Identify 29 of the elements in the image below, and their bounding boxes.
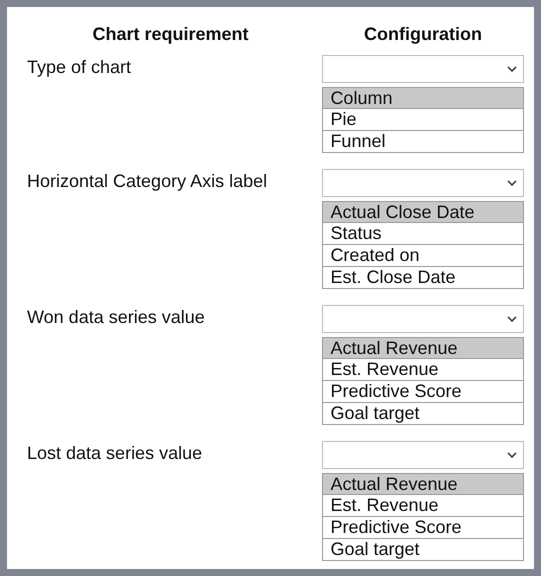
requirement-label: Won data series value <box>27 307 205 327</box>
dropdown-field[interactable] <box>322 305 524 333</box>
dropdown-option[interactable]: Actual Revenue <box>322 337 524 359</box>
dropdown-field[interactable] <box>322 169 524 197</box>
dropdown-option[interactable]: Actual Revenue <box>322 473 524 495</box>
dropdown-option[interactable]: Status <box>322 223 524 245</box>
requirement-label: Horizontal Category Axis label <box>27 171 268 191</box>
dropdown-option[interactable]: Predictive Score <box>322 381 524 403</box>
dropdown-option[interactable]: Goal target <box>322 539 524 561</box>
dropdown-option[interactable]: Est. Revenue <box>322 359 524 381</box>
column-header: Chart requirement <box>92 24 249 44</box>
chevron-down-icon <box>507 66 517 72</box>
dropdown-option[interactable]: Column <box>322 87 524 109</box>
dropdown-field[interactable] <box>322 441 524 469</box>
dropdown-option[interactable]: Predictive Score <box>322 517 524 539</box>
requirement-label: Type of chart <box>27 57 132 77</box>
dropdown-option[interactable]: Est. Close Date <box>322 267 524 289</box>
dropdown-option[interactable]: Est. Revenue <box>322 495 524 517</box>
dropdown-option[interactable]: Goal target <box>322 403 524 425</box>
chevron-down-icon <box>507 316 517 322</box>
chevron-down-icon <box>507 452 517 458</box>
requirement-label: Lost data series value <box>27 443 202 463</box>
chevron-down-icon <box>507 180 517 186</box>
dropdown-option[interactable]: Created on <box>322 245 524 267</box>
column-header: Configuration <box>364 24 482 44</box>
dropdown-option[interactable]: Pie <box>322 109 524 131</box>
dropdown-option[interactable]: Funnel <box>322 131 524 153</box>
dropdown-option[interactable]: Actual Close Date <box>322 201 524 223</box>
dropdown-field[interactable] <box>322 55 524 83</box>
